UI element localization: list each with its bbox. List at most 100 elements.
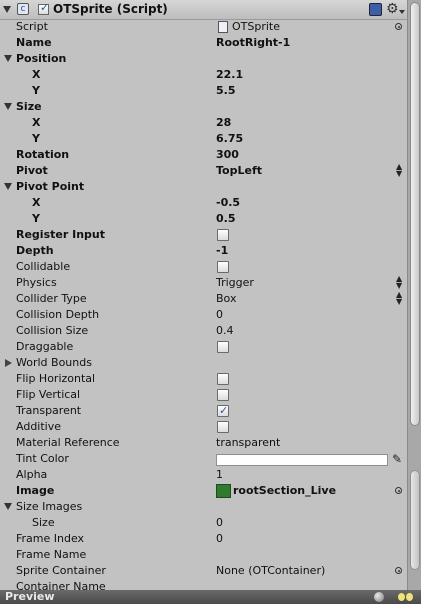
size-images-size-field[interactable]: 0 (216, 515, 223, 531)
preview-eyes-icon[interactable] (398, 593, 414, 601)
field-collision-depth: Collision Depth 0 (0, 307, 407, 323)
field-position[interactable]: Position (0, 51, 407, 67)
eyedropper-icon[interactable]: ✎ (392, 451, 402, 467)
sprite-container-reference[interactable]: None (OTContainer) (216, 563, 325, 579)
field-position-x: X 22.1 (0, 67, 407, 83)
field-label: Size Images (16, 500, 83, 513)
foldout-arrow-icon[interactable] (3, 6, 11, 13)
field-label: Transparent (16, 404, 82, 417)
vertical-scrollbar[interactable] (407, 0, 421, 590)
foldout-arrow-icon[interactable] (4, 103, 12, 110)
name-field[interactable]: RootRight-1 (216, 35, 290, 51)
field-size-images-size: Size 0 (0, 515, 407, 531)
field-label: Pivot (16, 164, 48, 177)
field-label: Size (16, 100, 42, 113)
field-label: Pivot Point (16, 180, 85, 193)
preview-bar[interactable]: Preview (0, 590, 421, 604)
pivot-dropdown[interactable]: TopLeft (216, 163, 262, 179)
depth-field[interactable]: -1 (216, 243, 228, 259)
collision-depth-field[interactable]: 0 (216, 307, 223, 323)
object-picker-icon[interactable] (395, 487, 402, 494)
field-label: Y (32, 84, 40, 97)
field-world-bounds[interactable]: World Bounds (0, 355, 407, 371)
field-image: Image rootSection_Live (0, 483, 407, 499)
field-size-images[interactable]: Size Images (0, 499, 407, 515)
script-file-icon (218, 21, 228, 33)
size-x-field[interactable]: 28 (216, 115, 231, 131)
scrollbar-thumb-lower[interactable] (410, 470, 420, 570)
frame-index-field[interactable]: 0 (216, 531, 223, 547)
transparent-checkbox[interactable]: ✓ (217, 404, 229, 417)
collision-size-field[interactable]: 0.4 (216, 323, 234, 339)
alpha-field[interactable]: 1 (216, 467, 223, 483)
field-label: Container Name (16, 580, 106, 590)
field-pivot-point[interactable]: Pivot Point (0, 179, 407, 195)
gear-icon[interactable]: ⚙ (386, 0, 399, 19)
field-sprite-container: Sprite Container None (OTContainer) (0, 563, 407, 579)
gear-dropdown-arrow-icon[interactable] (399, 10, 405, 14)
field-label: World Bounds (16, 356, 92, 369)
additive-checkbox[interactable] (217, 421, 229, 433)
field-flip-horizontal: Flip Horizontal (0, 371, 407, 387)
foldout-closed-arrow-icon[interactable] (5, 359, 12, 367)
field-size-x: X 28 (0, 115, 407, 131)
scrollbar-thumb[interactable] (410, 2, 420, 426)
physics-dropdown[interactable]: Trigger (216, 275, 254, 291)
foldout-arrow-icon[interactable] (4, 55, 12, 62)
field-name: Name RootRight-1 (0, 35, 407, 51)
preview-sphere-icon[interactable] (374, 592, 384, 602)
object-picker-icon[interactable] (395, 23, 402, 30)
help-book-icon[interactable] (369, 3, 382, 16)
collidable-checkbox[interactable] (217, 261, 229, 273)
image-reference[interactable]: rootSection_Live (233, 483, 336, 499)
rotation-field[interactable]: 300 (216, 147, 239, 163)
field-size[interactable]: Size (0, 99, 407, 115)
flip-horizontal-checkbox[interactable] (217, 373, 229, 385)
field-label: Position (16, 52, 67, 65)
dropdown-arrows-icon[interactable]: ▲ ▼ (396, 275, 402, 290)
dropdown-arrows-icon[interactable]: ▲ ▼ (396, 163, 402, 178)
field-label: Script (16, 20, 48, 33)
field-tint-color: Tint Color ✎ (0, 451, 407, 467)
foldout-arrow-icon[interactable] (4, 503, 12, 510)
tint-color-swatch[interactable] (216, 454, 388, 466)
field-label: Flip Vertical (16, 388, 81, 401)
register-input-checkbox[interactable] (217, 229, 229, 241)
position-y-field[interactable]: 5.5 (216, 83, 236, 99)
foldout-arrow-icon[interactable] (4, 183, 12, 190)
field-label: Name (16, 36, 52, 49)
size-y-field[interactable]: 6.75 (216, 131, 243, 147)
field-label: Collision Size (16, 324, 89, 337)
pivot-point-x-field[interactable]: -0.5 (216, 195, 240, 211)
pivot-point-y-field[interactable]: 0.5 (216, 211, 236, 227)
position-x-field[interactable]: 22.1 (216, 67, 243, 83)
field-label: Tint Color (16, 452, 69, 465)
field-label: Physics (16, 276, 57, 289)
field-frame-index: Frame Index 0 (0, 531, 407, 547)
material-reference-field[interactable]: transparent (216, 435, 280, 451)
object-picker-icon[interactable] (395, 567, 402, 574)
field-label: Frame Index (16, 532, 85, 545)
field-label: X (32, 116, 41, 129)
field-position-y: Y 5.5 (0, 83, 407, 99)
field-label: Alpha (16, 468, 48, 481)
collider-type-dropdown[interactable]: Box (216, 291, 236, 307)
component-enabled-checkbox[interactable]: ✓ (38, 1, 49, 15)
dropdown-arrows-icon[interactable]: ▲ ▼ (396, 291, 402, 306)
field-label: X (32, 196, 41, 209)
field-container-name: Container Name (0, 579, 407, 590)
field-pivot-point-y: Y 0.5 (0, 211, 407, 227)
script-reference[interactable]: OTSprite (232, 19, 280, 35)
field-rotation: Rotation 300 (0, 147, 407, 163)
field-label: Y (32, 212, 40, 225)
field-label: Flip Horizontal (16, 372, 96, 385)
field-size-y: Y 6.75 (0, 131, 407, 147)
field-material-reference: Material Reference transparent (0, 435, 407, 451)
field-additive: Additive (0, 419, 407, 435)
field-label: Collider Type (16, 292, 87, 305)
field-collidable: Collidable (0, 259, 407, 275)
draggable-checkbox[interactable] (217, 341, 229, 353)
flip-vertical-checkbox[interactable] (217, 389, 229, 401)
field-label: Rotation (16, 148, 70, 161)
preview-title: Preview (5, 590, 55, 603)
